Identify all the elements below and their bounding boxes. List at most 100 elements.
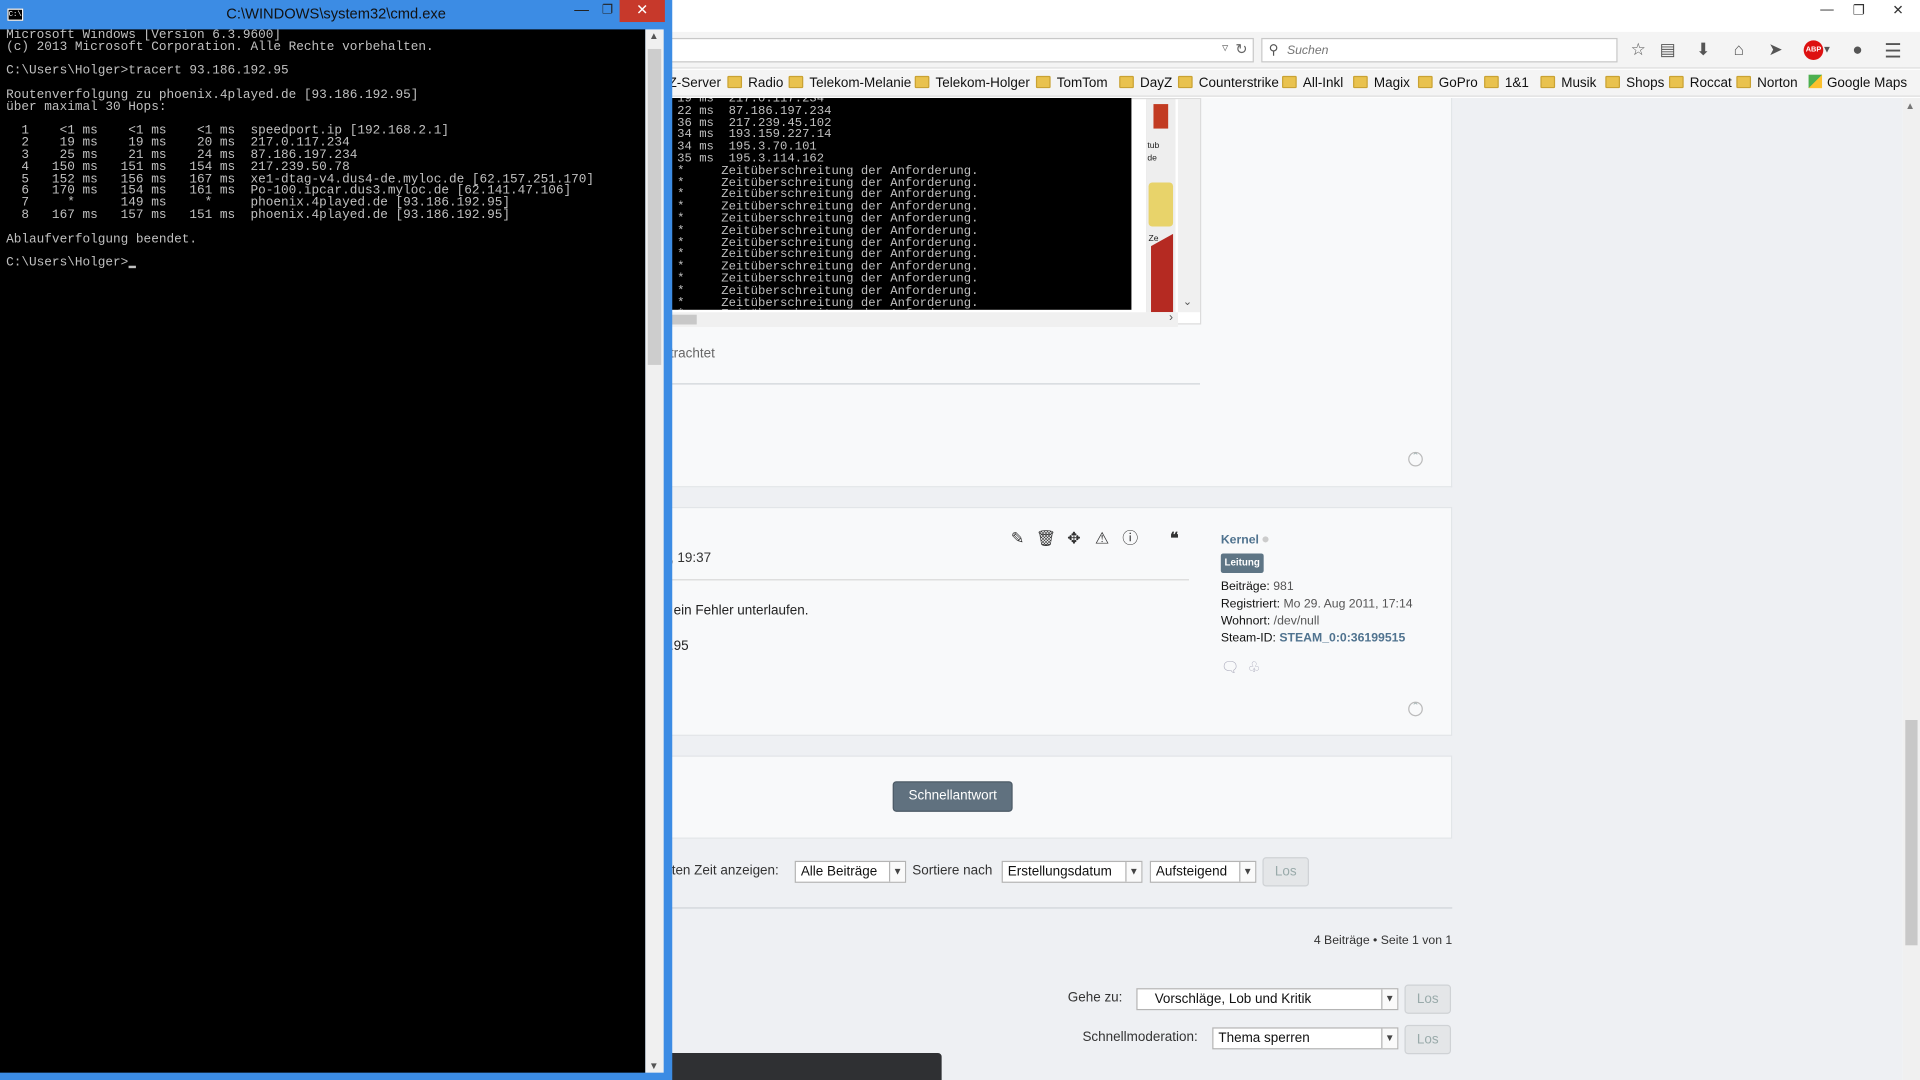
field-label: Wohnort: xyxy=(1220,614,1271,629)
folder-icon xyxy=(1282,75,1297,89)
order-select[interactable]: Aufsteigend ▼ xyxy=(1149,860,1257,883)
sort-go-button[interactable]: Los xyxy=(1262,857,1309,887)
reload-icon[interactable]: ↻ xyxy=(1235,40,1247,57)
bookmark-item[interactable]: Counterstrike xyxy=(1177,75,1279,92)
scrollbar-thumb[interactable] xyxy=(1905,720,1918,946)
bookmark-item[interactable]: Roccat xyxy=(1668,75,1732,92)
quote-icon[interactable]: ❝ xyxy=(1164,529,1184,549)
move-icon[interactable]: ✥ xyxy=(1064,529,1084,549)
pagination-info: 4 Beiträge • Seite 1 von 1 xyxy=(1313,934,1453,948)
bookmark-item[interactable]: GoPro xyxy=(1417,75,1478,92)
bookmark-label: Norton xyxy=(1757,75,1798,91)
search-bar[interactable]: ⚲ xyxy=(1261,37,1618,63)
bookmark-label: Counterstrike xyxy=(1198,75,1279,91)
bookmark-item[interactable]: Google Maps xyxy=(1808,74,1907,92)
info-icon[interactable]: ⓘ xyxy=(1120,529,1140,549)
moderation-select[interactable]: Thema sperren ▼ xyxy=(1212,1027,1399,1050)
bookmark-item[interactable]: Shops xyxy=(1605,75,1664,92)
divider xyxy=(661,907,1453,909)
code-box-vscroll[interactable]: ⌄ xyxy=(1177,99,1201,313)
code-box-hscroll[interactable]: › xyxy=(663,311,1178,327)
contact-icon[interactable]: ♧ xyxy=(1248,659,1261,676)
page-scrollbar[interactable]: ▲ xyxy=(1902,97,1920,1080)
bookmarks-menu-icon[interactable]: ▤ xyxy=(1656,39,1680,60)
close-icon[interactable]: ✕ xyxy=(619,0,665,23)
select-value: Erstellungsdatum xyxy=(1007,864,1112,880)
cmd-titlebar[interactable]: C:\ C:\WINDOWS\system32\cmd.exe — ❐ ✕ xyxy=(0,0,672,29)
bookmark-item[interactable]: DayZ xyxy=(1119,75,1172,92)
url-dropdown-icon[interactable]: ▿ xyxy=(1222,42,1228,55)
bookmark-item[interactable]: Telekom-Holger xyxy=(914,75,1030,92)
folder-icon xyxy=(1035,75,1051,89)
home-icon[interactable]: ⌂ xyxy=(1727,39,1751,59)
jump-select[interactable]: Vorschläge, Lob und Kritik ▼ xyxy=(1136,988,1399,1011)
chat-icon[interactable]: ● xyxy=(1845,39,1869,59)
close-icon[interactable]: ✕ xyxy=(1883,2,1912,19)
chevron-up-icon[interactable]: ▲ xyxy=(649,31,659,42)
folder-icon xyxy=(1177,75,1193,89)
bookmark-label: All-Inkl xyxy=(1302,75,1344,91)
pm-icon[interactable]: 🗨 xyxy=(1221,659,1240,676)
menu-icon[interactable]: ☰ xyxy=(1881,39,1905,63)
restore-icon[interactable]: ❐ xyxy=(1844,2,1873,19)
svg-text:Ze: Ze xyxy=(1149,233,1159,243)
screenshot-line: 22 ms 87.186.197.234 xyxy=(669,105,832,119)
chevron-down-icon: ▼ xyxy=(1381,1028,1398,1049)
back-to-top-icon[interactable]: ˆ xyxy=(1408,451,1423,467)
console-line: Ablaufverfolgung beendet. xyxy=(6,232,198,247)
chevron-down-icon[interactable]: ▼ xyxy=(649,1060,659,1071)
edit-icon[interactable]: ✎ xyxy=(1008,529,1028,549)
restore-icon[interactable]: ❐ xyxy=(595,0,619,24)
moderation-go-button[interactable]: Los xyxy=(1404,1024,1452,1055)
console-output[interactable]: Microsoft Windows [Version 6.3.9600] (c) … xyxy=(0,29,646,1073)
quick-reply-button[interactable]: Schnellantwort xyxy=(892,781,1013,812)
minimize-icon[interactable]: — xyxy=(568,0,595,24)
bookmark-item[interactable]: Magix xyxy=(1353,75,1410,92)
field-label: Beiträge: xyxy=(1220,580,1270,594)
chevron-right-icon[interactable]: › xyxy=(1169,311,1173,324)
screenshot-line: * Zeitüberschreitung der Anforderung. xyxy=(669,225,979,239)
bookmark-item[interactable]: TomTom xyxy=(1035,75,1108,92)
back-to-top-icon[interactable]: ˆ xyxy=(1408,701,1423,717)
search-icon: ⚲ xyxy=(1268,42,1279,58)
report-icon[interactable]: ⚠ xyxy=(1092,529,1112,549)
show-select[interactable]: Alle Beiträge ▼ xyxy=(794,860,907,883)
divider xyxy=(662,579,1189,581)
post-panel: 19 ms 217.0.117.234 22 ms 87.186.197.234… xyxy=(661,97,1453,488)
minimize-icon[interactable]: — xyxy=(1812,2,1841,17)
bookmark-item[interactable]: 1&1 xyxy=(1484,75,1529,92)
bookmark-item[interactable]: Musik xyxy=(1540,75,1596,92)
text-cursor xyxy=(128,265,136,269)
folder-icon xyxy=(1417,75,1433,89)
posts-count[interactable]: 981 xyxy=(1273,580,1293,593)
bookmark-label: Shops xyxy=(1626,75,1665,91)
footer-bar xyxy=(661,1053,942,1080)
chevron-up-icon[interactable]: ▲ xyxy=(1905,100,1915,111)
google-maps-icon xyxy=(1808,74,1823,89)
search-input[interactable] xyxy=(1286,41,1606,59)
steam-id[interactable]: STEAM_0:0:36199515 xyxy=(1279,632,1405,645)
bookmark-item[interactable]: Radio xyxy=(727,75,783,92)
scrollbar-thumb[interactable] xyxy=(647,48,662,365)
svg-text:de: de xyxy=(1147,152,1157,162)
bookmark-item[interactable]: Norton xyxy=(1736,75,1798,92)
bookmark-item[interactable]: All-Inkl xyxy=(1282,75,1343,92)
author-name[interactable]: Kernel xyxy=(1221,534,1259,547)
bookmark-item[interactable]: Telekom-Melanie xyxy=(788,75,911,92)
field-label: Steam-ID: xyxy=(1220,631,1276,646)
bookmarks-toolbar: Z-Server Radio Telekom-Melanie Telekom-H… xyxy=(661,69,1920,97)
download-icon[interactable]: ⬇ xyxy=(1691,39,1715,60)
bookmark-item[interactable]: Z-Server xyxy=(669,75,721,92)
chevron-down-icon[interactable]: ▼ xyxy=(1815,44,1839,55)
bookmark-star-icon[interactable]: ☆ xyxy=(1626,39,1650,60)
jump-go-button[interactable]: Los xyxy=(1404,984,1452,1014)
send-icon[interactable]: ➤ xyxy=(1763,39,1787,60)
console-scrollbar[interactable]: ▲ ▼ xyxy=(645,29,664,1073)
author-profile: Kernel Leitung Beiträge: 981 Registriert… xyxy=(1220,533,1454,676)
sort-select[interactable]: Erstellungsdatum ▼ xyxy=(1001,860,1143,883)
field-label: Registriert: xyxy=(1220,597,1281,612)
cmd-window: C:\ C:\WINDOWS\system32\cmd.exe — ❐ ✕ Mi… xyxy=(0,0,673,1080)
code-box: 19 ms 217.0.117.234 22 ms 87.186.197.234… xyxy=(662,97,1202,327)
delete-icon[interactable]: 🗑 xyxy=(1036,529,1056,549)
url-bar[interactable]: ▿ ↻ xyxy=(661,37,1254,63)
